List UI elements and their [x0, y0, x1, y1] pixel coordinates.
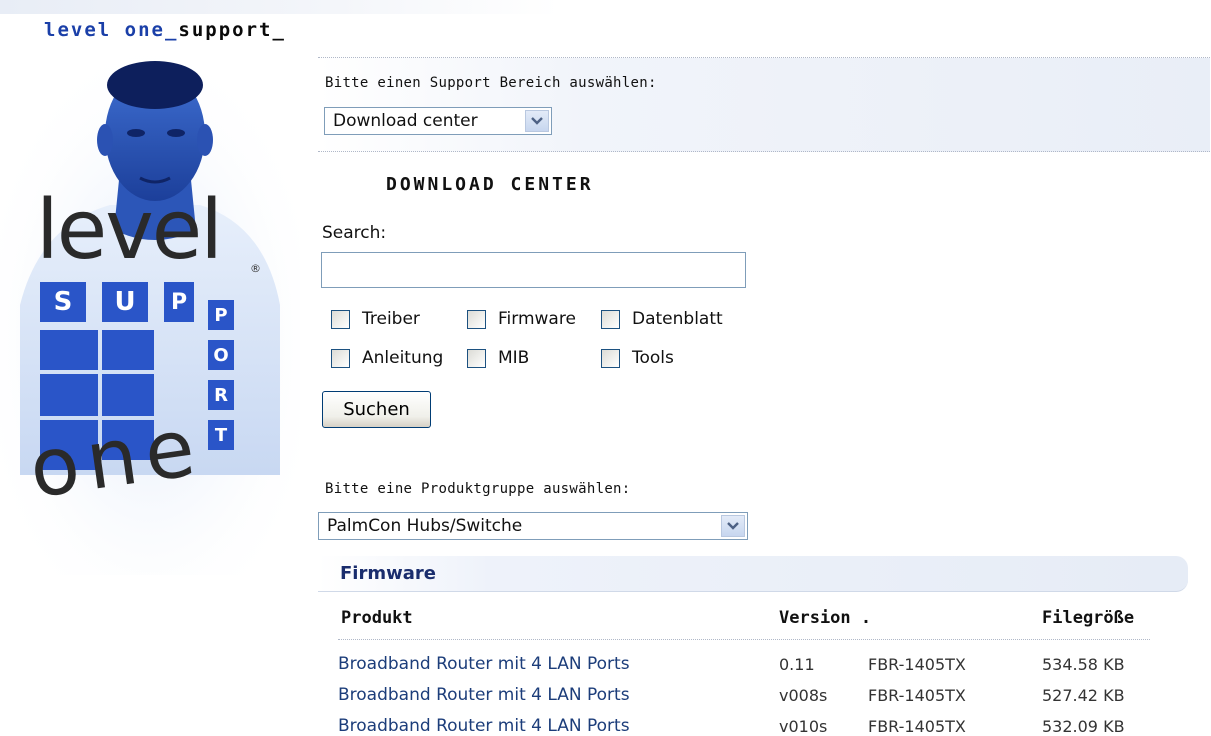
- logo-tile: P: [164, 282, 194, 322]
- model-cell: FBR-1405TX: [868, 717, 966, 736]
- search-input[interactable]: [321, 252, 746, 288]
- support-area-panel: [318, 58, 1210, 152]
- product-group-select[interactable]: PalmCon Hubs/Switche: [318, 512, 748, 540]
- version-cell: 0.11: [779, 655, 815, 674]
- filesize-cell: 534.58 KB: [1042, 655, 1125, 674]
- logo-word-one: one: [23, 399, 209, 516]
- filesize-cell: 527.42 KB: [1042, 686, 1125, 705]
- logo-block: [40, 330, 98, 370]
- filesize-cell: 532.09 KB: [1042, 717, 1125, 736]
- brand-title-part2: support_: [178, 19, 286, 41]
- version-cell: v008s: [779, 686, 828, 705]
- version-cell: v010s: [779, 717, 828, 736]
- checkbox-box[interactable]: [601, 309, 620, 329]
- checkbox-firmware[interactable]: Firmware: [467, 309, 576, 329]
- logo-tile: T: [208, 420, 234, 450]
- logo-tile: O: [208, 340, 234, 370]
- support-area-label: Bitte einen Support Bereich auswählen:: [325, 75, 657, 91]
- checkbox-label: MIB: [498, 348, 530, 368]
- checkbox-tools[interactable]: Tools: [601, 348, 674, 368]
- search-label: Search:: [322, 223, 387, 243]
- checkbox-box[interactable]: [467, 309, 486, 329]
- results-group-title: Firmware: [340, 563, 436, 584]
- checkbox-label: Treiber: [362, 309, 420, 329]
- checkbox-label: Firmware: [498, 309, 576, 329]
- chevron-down-icon[interactable]: [721, 515, 745, 537]
- model-cell: FBR-1405TX: [868, 686, 966, 705]
- logo-block: [40, 374, 98, 416]
- checkbox-box[interactable]: [331, 309, 350, 329]
- results-group-bar: [318, 556, 1188, 592]
- brand-title-part1: level one_: [44, 19, 179, 41]
- logo-tile: R: [208, 380, 234, 410]
- checkbox-label: Datenblatt: [632, 309, 723, 329]
- logo-tile: P: [208, 300, 234, 330]
- logo-registered-mark: ®: [250, 262, 261, 275]
- page: level one_support_ level ® S U P P O R T…: [0, 0, 1211, 736]
- product-link[interactable]: Broadband Router mit 4 LAN Ports: [338, 685, 630, 705]
- product-link[interactable]: Broadband Router mit 4 LAN Ports: [338, 654, 630, 674]
- top-header-strip: [0, 0, 560, 14]
- table-header-divider: [338, 639, 1150, 640]
- checkbox-box[interactable]: [331, 348, 350, 368]
- search-button[interactable]: Suchen: [322, 391, 431, 428]
- checkbox-label: Tools: [632, 348, 674, 368]
- product-group-select-value: PalmCon Hubs/Switche: [327, 516, 523, 536]
- checkbox-datenblatt[interactable]: Datenblatt: [601, 309, 723, 329]
- checkbox-mib[interactable]: MIB: [467, 348, 529, 368]
- model-cell: FBR-1405TX: [868, 655, 966, 674]
- column-header-version: Version .: [779, 608, 872, 628]
- checkbox-box[interactable]: [601, 348, 620, 368]
- logo-tile: U: [102, 282, 148, 322]
- download-center-title: DOWNLOAD CENTER: [386, 174, 594, 195]
- logo-block: [102, 330, 154, 370]
- checkbox-treiber[interactable]: Treiber: [331, 309, 420, 329]
- logo-word-level: level: [36, 183, 223, 278]
- brand-title: level one_support_: [44, 19, 286, 41]
- support-area-select[interactable]: Download center: [324, 107, 552, 135]
- logo-tile: S: [40, 282, 86, 322]
- checkbox-label: Anleitung: [362, 348, 444, 368]
- product-link[interactable]: Broadband Router mit 4 LAN Ports: [338, 716, 630, 736]
- column-header-produkt: Produkt: [341, 608, 413, 628]
- support-area-select-value: Download center: [333, 111, 478, 131]
- chevron-down-icon[interactable]: [525, 110, 549, 132]
- product-group-label: Bitte eine Produktgruppe auswählen:: [325, 481, 631, 497]
- column-header-filegroesse: Filegröße: [1042, 608, 1135, 628]
- divider-bottom: [318, 151, 1210, 152]
- checkbox-box[interactable]: [467, 348, 486, 368]
- checkbox-anleitung[interactable]: Anleitung: [331, 348, 443, 368]
